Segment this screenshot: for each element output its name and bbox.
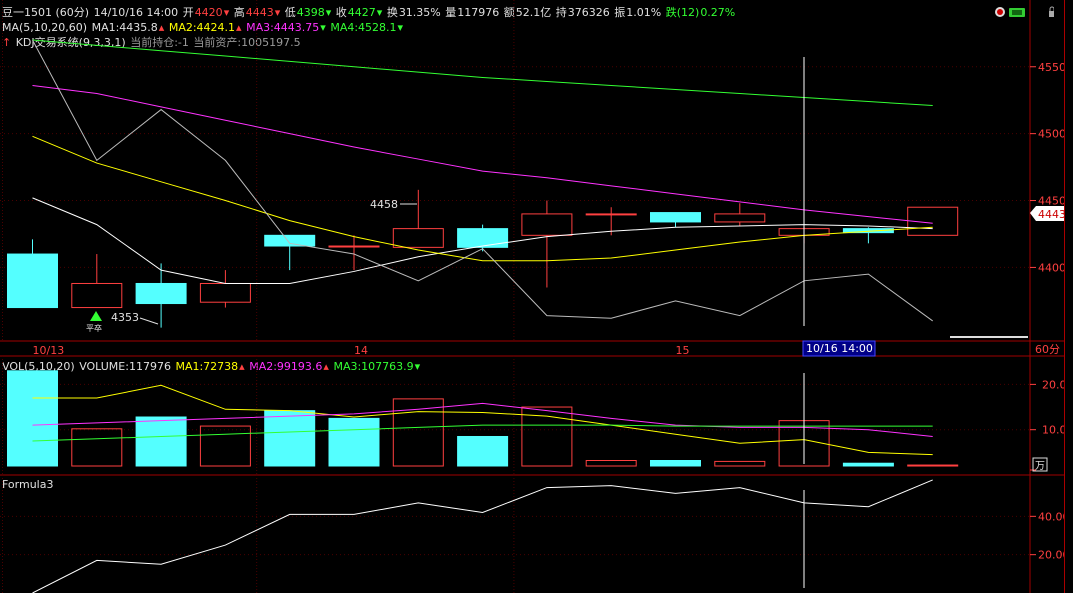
volume-bar bbox=[135, 416, 187, 467]
volume-bar bbox=[907, 464, 959, 467]
volume-y-axis: 10.0 20.0 bbox=[1030, 378, 1064, 471]
price-tick-label: 4500 bbox=[1038, 128, 1064, 141]
svg-text:万: 万 bbox=[1035, 461, 1045, 472]
signal-text: 平卒 bbox=[86, 323, 102, 333]
annotations: 4458 4353 平卒 bbox=[86, 198, 417, 333]
x-tick-label: 14 bbox=[354, 344, 368, 357]
candle-body bbox=[328, 245, 380, 248]
x-tick-label: 10/13 bbox=[33, 344, 65, 357]
price-tick-label: 4400 bbox=[1038, 261, 1064, 274]
candle-body bbox=[199, 282, 251, 303]
volume-tick-label: 20.0 bbox=[1042, 378, 1064, 391]
x-axis: 10/13 14 15 bbox=[33, 344, 690, 357]
candle-body bbox=[521, 213, 573, 236]
candle-body bbox=[71, 282, 123, 309]
volume-bar bbox=[842, 462, 894, 467]
formula-series-line bbox=[32, 479, 933, 593]
formula-line bbox=[32, 479, 933, 593]
price-y-axis: 4400 4450 4500 4550 bbox=[1030, 61, 1064, 274]
volume-bar bbox=[585, 460, 637, 467]
candle-body bbox=[585, 213, 637, 216]
volume-bar bbox=[714, 460, 766, 467]
candle-body bbox=[392, 228, 444, 248]
crosshair: 10/16 14:00 bbox=[802, 57, 876, 588]
volume-bar bbox=[71, 428, 123, 467]
series-line-ma3 bbox=[32, 84, 933, 224]
volume-bar bbox=[457, 435, 509, 467]
formula-tick-label: 40.00 bbox=[1038, 510, 1064, 523]
series-line-ma4 bbox=[32, 39, 933, 107]
volume-bar bbox=[7, 370, 58, 467]
right-sidebar[interactable] bbox=[1064, 0, 1073, 593]
candle-body bbox=[714, 213, 766, 223]
volume-bar bbox=[328, 417, 380, 467]
buy-signal-icon bbox=[90, 311, 102, 321]
volume-bar bbox=[264, 410, 316, 467]
cursor-time-label: 10/16 14:00 bbox=[806, 342, 873, 355]
main-chart: 10/13 14 15 4400 4450 4500 4550 10.0 20.0 20.0… bbox=[0, 0, 1064, 593]
candle-body bbox=[7, 253, 58, 309]
formula-y-axis: 20.00 40.00 bbox=[1030, 510, 1064, 562]
high-mark-label: 4458 bbox=[370, 198, 398, 211]
current-price-tag: 4443 bbox=[1030, 206, 1064, 221]
ma-lines bbox=[32, 39, 933, 322]
period-label: 60分 bbox=[1035, 343, 1060, 356]
candle-body bbox=[135, 282, 187, 305]
low-mark-label: 4353 bbox=[111, 311, 139, 324]
candle-body bbox=[457, 228, 509, 248]
price-tick-label: 4450 bbox=[1038, 195, 1064, 208]
x-tick-label: 15 bbox=[676, 344, 690, 357]
current-price-label: 4443 bbox=[1038, 208, 1064, 221]
volume-tick-label: 10.0 bbox=[1042, 424, 1064, 437]
formula-tick-label: 20.00 bbox=[1038, 549, 1064, 562]
candle-body bbox=[264, 234, 316, 247]
series-line-kdj bbox=[32, 39, 933, 322]
candle-body bbox=[650, 212, 701, 223]
price-tick-label: 4550 bbox=[1038, 61, 1064, 74]
unit-icon: 万 bbox=[1032, 457, 1048, 472]
volume-bar bbox=[650, 460, 701, 467]
candles bbox=[7, 189, 959, 328]
volume-bar bbox=[199, 425, 251, 467]
volume-bars bbox=[7, 370, 959, 467]
